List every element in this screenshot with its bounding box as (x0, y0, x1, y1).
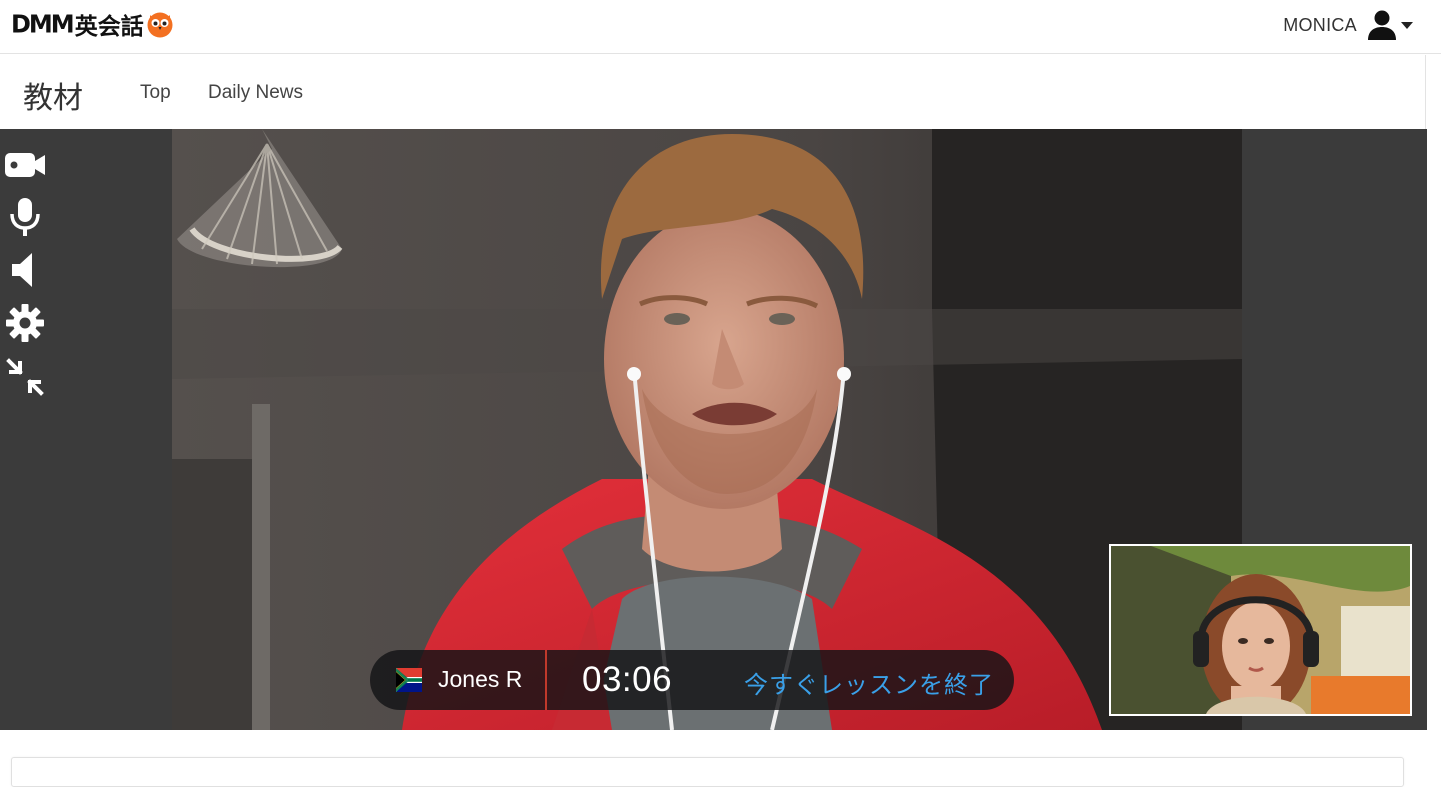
call-toolbar (0, 129, 50, 730)
speaker-icon (12, 253, 32, 287)
logo-jp-text: 英会話 (74, 14, 144, 40)
dmm-eikaiwa-logo[interactable]: DMM 英会話 (11, 9, 174, 40)
south-africa-flag-icon (396, 668, 422, 692)
minimize-button[interactable] (4, 357, 46, 397)
divider (545, 650, 547, 710)
material-content-panel (11, 757, 1404, 787)
tutor-name[interactable]: Jones R (438, 666, 522, 693)
settings-gear-icon (6, 304, 44, 342)
microphone-icon (10, 198, 40, 236)
tutor-video (172, 129, 1242, 730)
logo-dmm-text: DMM (11, 9, 75, 39)
video-camera-icon (5, 153, 45, 177)
camera-toggle-button[interactable] (4, 145, 46, 185)
user-avatar-icon (1368, 10, 1396, 40)
user-menu[interactable]: MONICA (1283, 8, 1413, 42)
end-lesson-button[interactable]: 今すぐレッスンを終了 (744, 665, 994, 700)
self-video[interactable] (1109, 544, 1412, 716)
owl-mascot-icon (147, 12, 173, 38)
self-video-frame (1111, 546, 1410, 714)
microphone-toggle-button[interactable] (4, 197, 46, 237)
nav-link-daily-news[interactable]: Daily News (208, 82, 303, 104)
lesson-control-bar: Jones R 03:06 今すぐレッスンを終了 (370, 650, 1014, 710)
speaker-toggle-button[interactable] (4, 250, 46, 290)
settings-button[interactable] (4, 303, 46, 343)
page-title: 教材 (23, 82, 83, 115)
nav-link-top[interactable]: Top (140, 82, 171, 104)
minimize-icon (6, 358, 44, 396)
materials-nav: 教材 Top Daily News (0, 55, 1426, 129)
user-name: MONICA (1283, 14, 1357, 35)
chevron-down-icon (1401, 21, 1413, 29)
lesson-stage: Jones R 03:06 今すぐレッスンを終了 (0, 129, 1427, 730)
top-header: DMM 英会話 MONICA (0, 0, 1441, 54)
tutor-video-frame (172, 129, 1242, 730)
lesson-timer: 03:06 (582, 660, 673, 699)
